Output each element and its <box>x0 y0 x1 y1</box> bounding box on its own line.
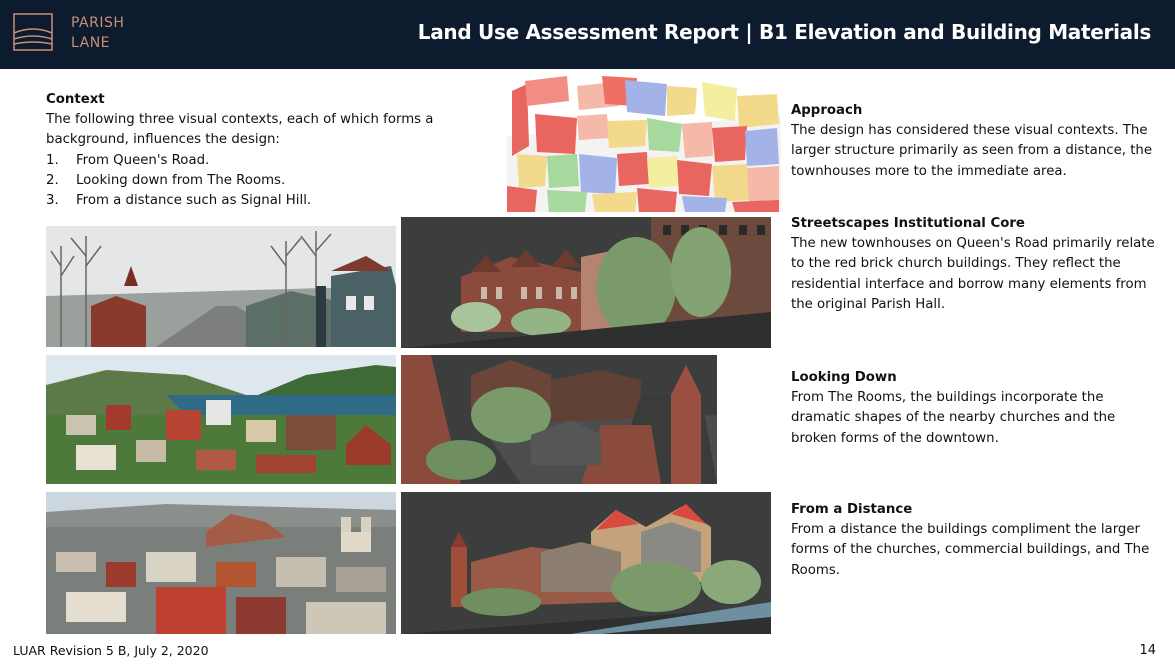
harbour-view-photo <box>46 355 396 484</box>
context-intro: The following three visual contexts, eac… <box>46 112 434 148</box>
townhouse-render-image <box>401 217 771 348</box>
approach-body: The design has considered these visual c… <box>791 123 1153 179</box>
revision-footer: LUAR Revision 5 B, July 2, 2020 <box>13 643 209 658</box>
brand-line-1: PARISH <box>71 15 125 31</box>
streetscapes-section: Streetscapes Institutional Core The new … <box>791 214 1156 315</box>
page-title: Land Use Assessment Report | B1 Elevatio… <box>417 20 1152 44</box>
list-text: From a distance such as Signal Hill. <box>76 193 312 209</box>
list-number: 2. <box>46 172 59 188</box>
list-number: 1. <box>46 152 59 168</box>
approach-heading: Approach <box>791 103 863 118</box>
context-heading: Context <box>46 92 105 107</box>
approach-section: Approach The design has considered these… <box>791 101 1156 182</box>
from-distance-heading: From a Distance <box>791 502 913 517</box>
looking-down-render-image <box>401 355 717 484</box>
context-list: 1. From Queen's Road. 2. Looking down from… <box>46 151 436 212</box>
streetscapes-body: The new townhouses on Queen's Road prima… <box>791 236 1155 312</box>
context-list-item: 1. From Queen's Road. <box>46 151 436 171</box>
looking-down-body: From The Rooms, the buildings incorporat… <box>791 390 1116 446</box>
queens-road-photo <box>46 226 396 347</box>
distance-render-image <box>401 492 771 634</box>
from-distance-body: From a distance the buildings compliment… <box>791 522 1150 578</box>
context-section: Context The following three visual conte… <box>46 90 436 211</box>
streetscapes-heading: Streetscapes Institutional Core <box>791 216 1025 231</box>
massing-collage-image <box>507 76 781 212</box>
looking-down-section: Looking Down From The Rooms, the buildin… <box>791 368 1156 449</box>
parish-lane-logo-icon <box>13 13 53 51</box>
context-list-item: 2. Looking down from The Rooms. <box>46 171 436 191</box>
context-list-item: 3. From a distance such as Signal Hill. <box>46 191 436 211</box>
header-bar: PARISH LANE Land Use Assessment Report |… <box>0 0 1175 69</box>
brand-line-2: LANE <box>71 35 111 51</box>
downtown-distance-photo <box>46 492 396 634</box>
list-number: 3. <box>46 193 59 209</box>
list-text: From Queen's Road. <box>76 152 210 168</box>
brand-name: PARISH LANE <box>71 13 124 53</box>
from-distance-section: From a Distance From a distance the buil… <box>791 500 1156 581</box>
looking-down-heading: Looking Down <box>791 370 897 385</box>
list-text: Looking down from The Rooms. <box>76 172 286 188</box>
page-number: 14 <box>1139 643 1156 658</box>
